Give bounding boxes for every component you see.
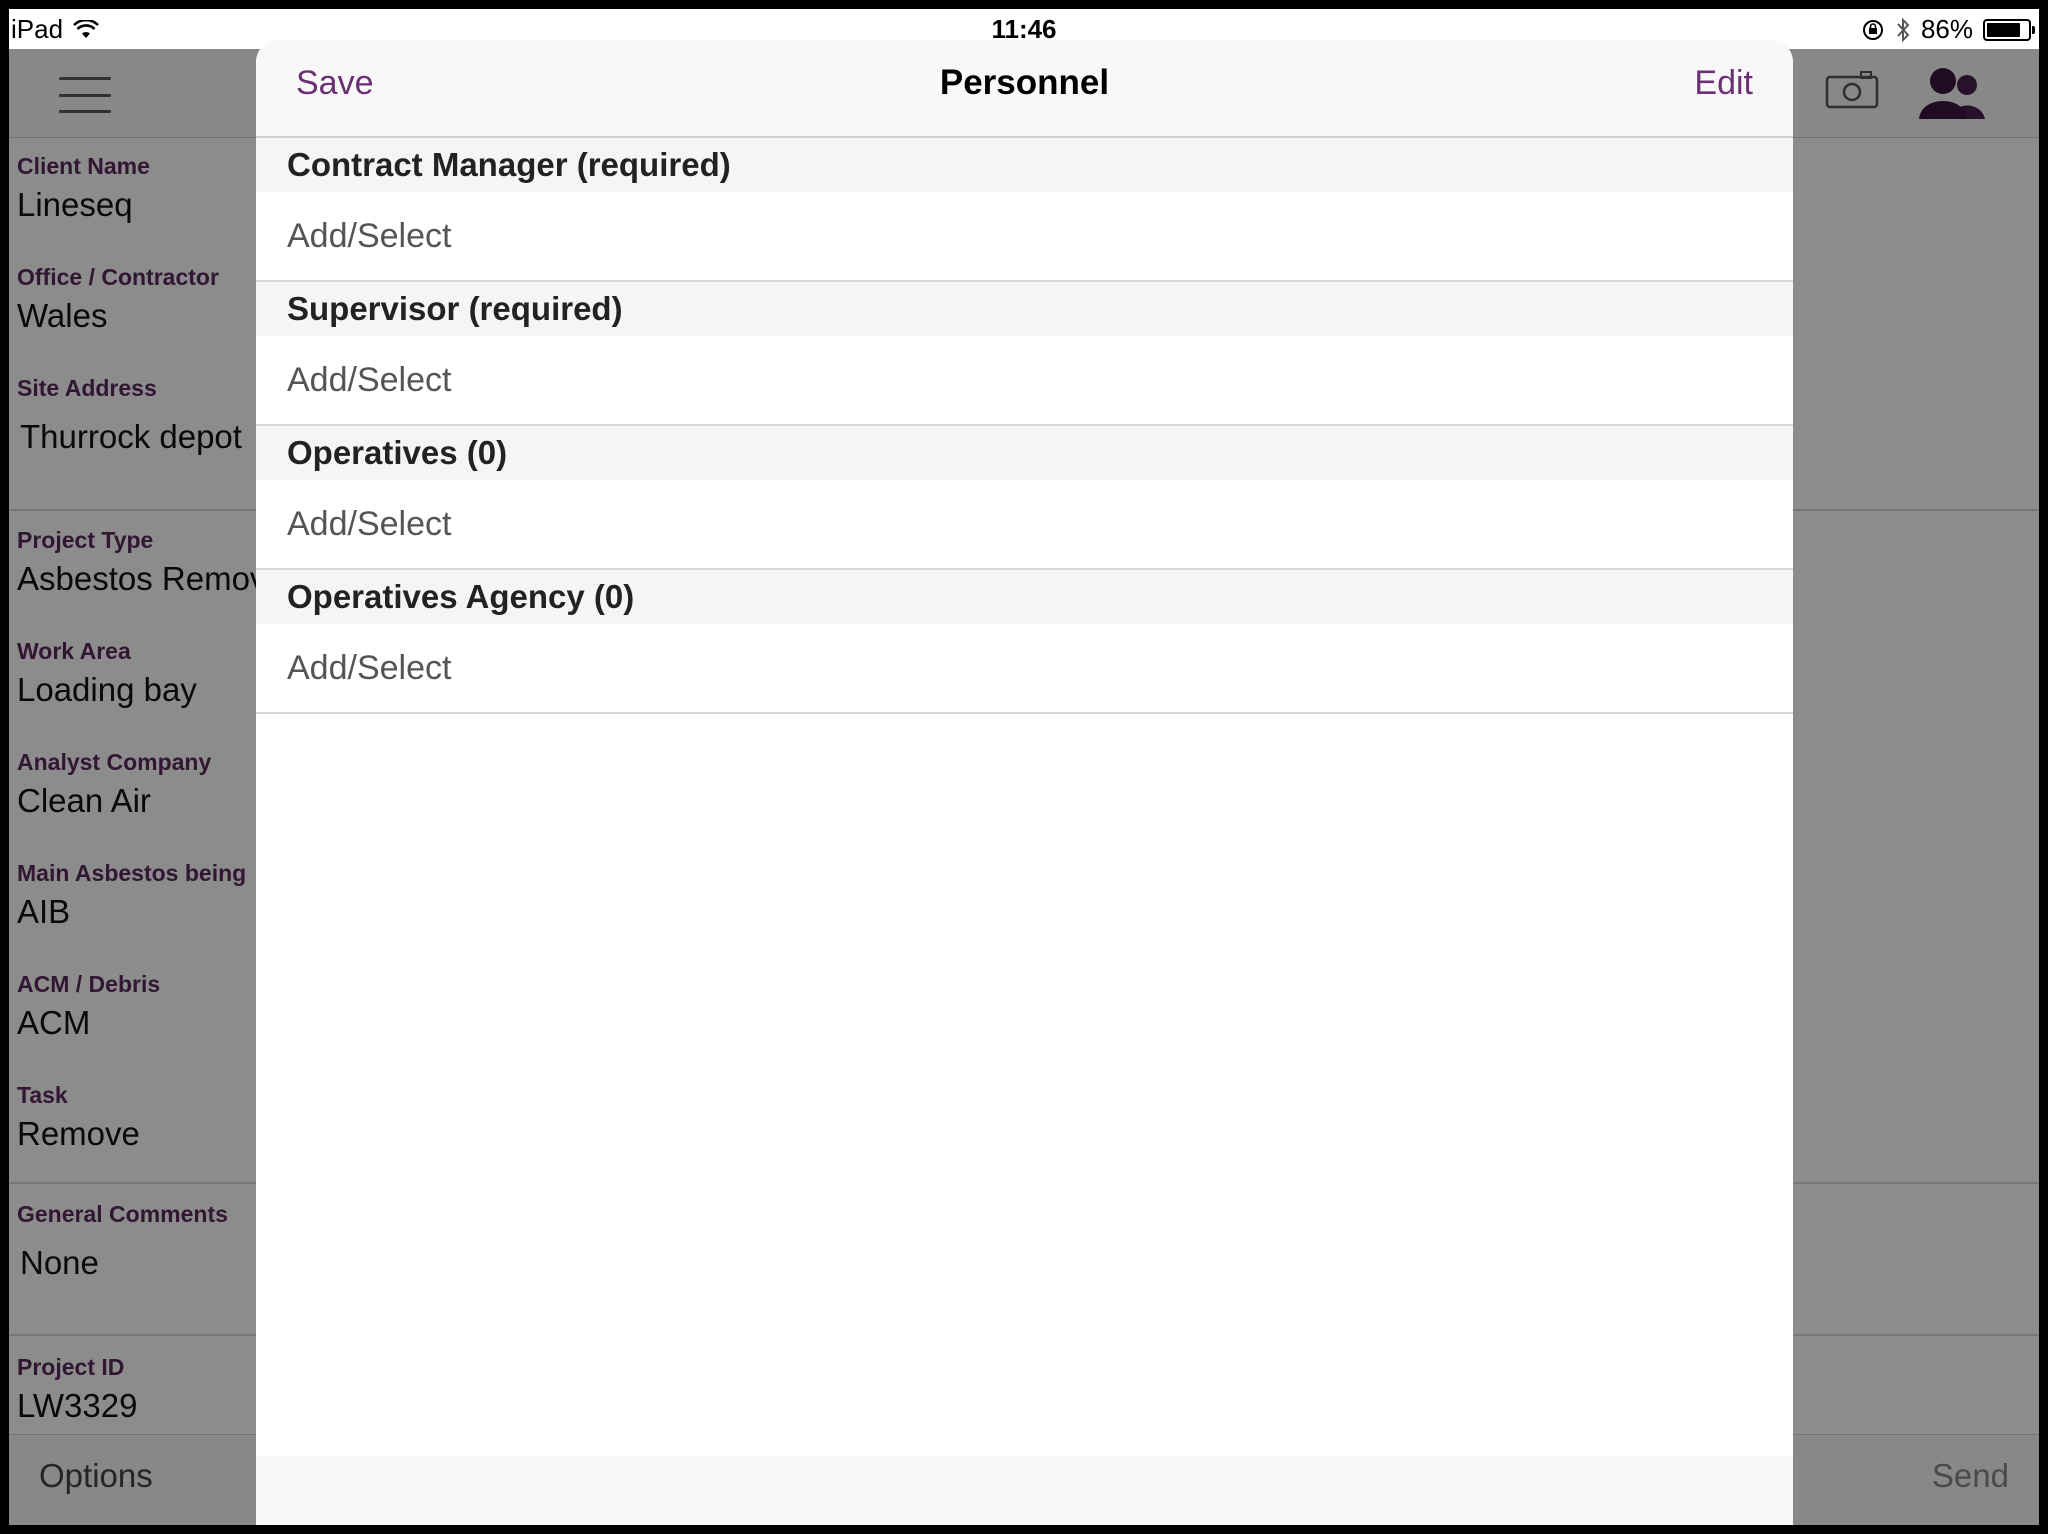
modal-header: Save Personnel Edit xyxy=(256,40,1793,138)
edit-button[interactable]: Edit xyxy=(1694,64,1753,103)
personnel-sections: Contract Manager (required) Add/Select S… xyxy=(256,138,1793,714)
operatives-agency-add-select[interactable]: Add/Select xyxy=(256,624,1793,714)
section-header-operatives: Operatives (0) xyxy=(256,426,1793,480)
operatives-add-select[interactable]: Add/Select xyxy=(256,480,1793,570)
section-header-supervisor: Supervisor (required) xyxy=(256,282,1793,336)
section-header-contract-manager: Contract Manager (required) xyxy=(256,138,1793,192)
modal-title: Personnel xyxy=(939,63,1110,102)
section-header-operatives-agency: Operatives Agency (0) xyxy=(256,570,1793,624)
personnel-modal: Save Personnel Edit Contract Manager (re… xyxy=(256,40,1793,1525)
ipad-screen: iPad 11:46 86% Client Name Lineseq Offic… xyxy=(9,9,2039,1525)
supervisor-add-select[interactable]: Add/Select xyxy=(256,336,1793,426)
orientation-lock-icon xyxy=(1862,19,1883,40)
contract-manager-add-select[interactable]: Add/Select xyxy=(256,192,1793,282)
battery-percent: 86% xyxy=(1920,14,1973,44)
modal-footer xyxy=(256,1456,1793,1525)
battery-icon xyxy=(1983,18,2035,41)
bluetooth-icon xyxy=(1897,17,1910,42)
